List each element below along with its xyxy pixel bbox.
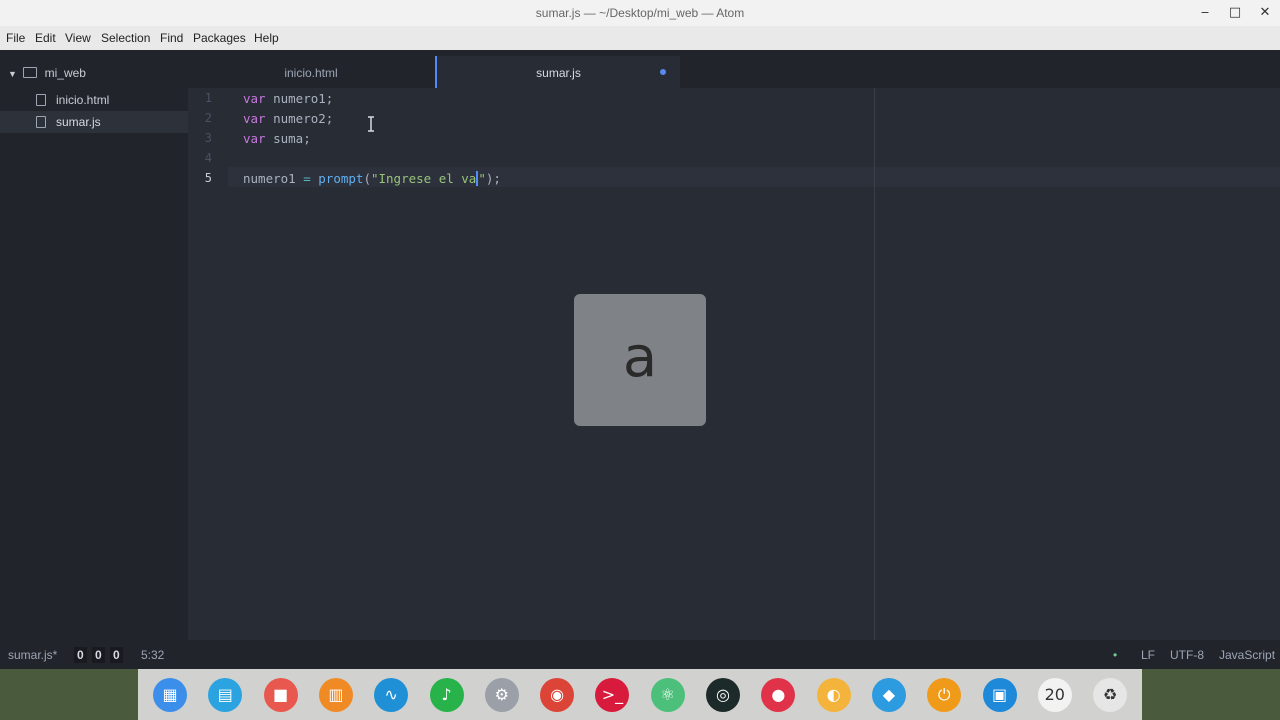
minimize-icon[interactable]: ‒	[1194, 3, 1216, 23]
code-token: numero2;	[265, 111, 334, 126]
code-line[interactable]: var suma;	[243, 131, 311, 146]
project-folder-label: mi_web	[44, 66, 86, 80]
camera-icon[interactable]: ◎	[706, 678, 740, 712]
tab-label: sumar.js	[536, 66, 581, 80]
video-icon[interactable]: ■	[263, 678, 298, 712]
project-folder[interactable]: ▼ mi_web	[8, 66, 86, 80]
code-token: var	[243, 111, 266, 126]
status-cursor-position[interactable]: 5:32	[141, 648, 164, 662]
trash-icon[interactable]: ♻	[1093, 678, 1128, 712]
store-icon[interactable]: ▥	[318, 678, 353, 712]
menu-help[interactable]: Help	[254, 31, 279, 45]
music-icon[interactable]: ♪	[429, 678, 464, 712]
code-line[interactable]: var numero2;	[243, 111, 333, 126]
wifi-icon[interactable]: ◆	[871, 678, 906, 712]
menu-selection[interactable]: Selection	[101, 31, 150, 45]
tree-item-label: inicio.html	[56, 93, 110, 107]
tree-item-sumar[interactable]: sumar.js	[0, 111, 188, 133]
wrap-guide	[874, 88, 875, 640]
menu-find[interactable]: Find	[160, 31, 183, 45]
line-number: 2	[204, 111, 212, 125]
code-line[interactable]: numero1 = prompt("Ingrese el va ");	[243, 171, 501, 186]
window-title: sumar.js — ~/Desktop/mi_web — Atom	[535, 6, 745, 20]
tab-sumar[interactable]: sumar.js	[435, 56, 680, 88]
status-encoding[interactable]: UTF-8	[1170, 648, 1204, 662]
tree-item-label: sumar.js	[56, 115, 101, 129]
code-token: =	[303, 171, 311, 186]
code-token: var	[243, 131, 266, 146]
power-icon[interactable]: ⏻	[927, 678, 962, 712]
folder-icon	[23, 67, 38, 78]
keystroke-overlay: a	[574, 294, 706, 426]
line-number-gutter: 1 2 3 4 5	[188, 88, 228, 640]
status-grammar[interactable]: JavaScript	[1219, 648, 1275, 662]
line-number: 4	[204, 151, 212, 165]
code-line[interactable]: var numero1;	[243, 91, 333, 106]
tree-view: ▼ mi_web inicio.html sumar.js	[0, 50, 188, 640]
settings-icon[interactable]: ⚙	[484, 678, 519, 712]
atom-icon[interactable]: ⚛	[650, 678, 685, 712]
status-count-1[interactable]: 0	[74, 647, 87, 663]
menu-file[interactable]: File	[6, 31, 25, 45]
modified-indicator-icon	[660, 69, 666, 75]
code-token: "	[478, 171, 486, 186]
code-token: var	[243, 91, 266, 106]
close-icon[interactable]: ✕	[1254, 3, 1276, 23]
chevron-down-icon: ▼	[8, 69, 17, 79]
status-bar: sumar.js* 0 0 0 5:32 • LF UTF-8 JavaScri…	[0, 640, 1280, 669]
menu-view[interactable]: View	[65, 31, 91, 45]
mouse-ibeam-icon	[366, 116, 376, 132]
menu-edit[interactable]: Edit	[35, 31, 56, 45]
launcher-icon[interactable]: ▦	[153, 678, 187, 712]
tab-label: inicio.html	[284, 66, 338, 80]
maximize-icon[interactable]: □	[1224, 3, 1246, 23]
tree-item-inicio[interactable]: inicio.html	[0, 89, 188, 111]
code-token: numero1;	[265, 91, 334, 106]
code-token: (	[363, 171, 371, 186]
line-number: 5	[204, 171, 212, 185]
file-icon	[36, 116, 46, 128]
code-token: "Ingrese el va	[370, 171, 477, 186]
status-file-name[interactable]: sumar.js*	[8, 648, 57, 662]
browser-icon[interactable]: ◐	[816, 678, 851, 712]
menu-packages[interactable]: Packages	[193, 31, 246, 45]
status-line-ending[interactable]: LF	[1141, 648, 1155, 662]
tab-bar: inicio.html sumar.js	[188, 50, 1280, 88]
menu-bar: File Edit View Selection Find Packages H…	[0, 26, 1280, 50]
code-token: );	[485, 171, 501, 186]
code-token: prompt	[318, 171, 364, 186]
tab-inicio[interactable]: inicio.html	[188, 56, 434, 88]
chrome-icon[interactable]: ◉	[540, 678, 575, 712]
file-icon	[36, 94, 46, 106]
line-number: 3	[204, 131, 212, 145]
screenshot-icon[interactable]: ▣	[982, 678, 1017, 712]
line-number: 1	[204, 91, 212, 105]
editor-pane[interactable]: 12345 var numero1; var numero2; var suma; n…	[188, 88, 1280, 640]
code-token: suma;	[265, 131, 311, 146]
system-monitor-icon[interactable]: ∿	[374, 678, 409, 712]
git-status-icon: •	[1113, 648, 1118, 662]
status-count-3[interactable]: 0	[110, 647, 123, 663]
status-count-2[interactable]: 0	[92, 647, 105, 663]
window-titlebar: sumar.js — ~/Desktop/mi_web — Atom ‒ □ ✕	[0, 0, 1280, 26]
clock-icon[interactable]: 20	[1037, 678, 1072, 712]
code-token: numero1	[243, 171, 304, 186]
